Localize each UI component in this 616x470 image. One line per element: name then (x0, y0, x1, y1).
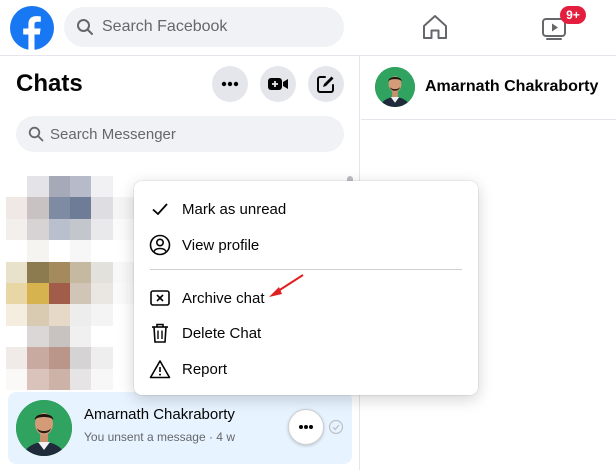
annotation-arrow-icon (269, 274, 304, 297)
compose-icon (317, 76, 334, 93)
archive-x-icon (148, 286, 172, 310)
new-message-button[interactable] (308, 66, 344, 102)
menu-item-label: Delete Chat (182, 324, 262, 342)
menu-item-archive-chat[interactable]: Archive chat (142, 280, 470, 316)
warning-icon (148, 357, 172, 381)
chats-title: Chats (16, 70, 83, 97)
avatar (375, 67, 415, 107)
menu-item-report[interactable]: Report (142, 351, 470, 387)
video-camera-icon (268, 78, 288, 90)
facebook-logo-icon[interactable] (10, 6, 54, 50)
new-video-call-button[interactable] (260, 66, 296, 102)
chat-row-amarnath[interactable]: Amarnath Chakraborty You unsent a messag… (8, 392, 352, 464)
menu-item-label: Report (182, 360, 228, 378)
menu-item-delete-chat[interactable]: Delete Chat (142, 315, 470, 351)
home-icon[interactable] (420, 12, 450, 42)
trash-icon (148, 321, 172, 345)
messenger-search-placeholder: Search Messenger (50, 125, 176, 143)
chats-options-button[interactable] (212, 66, 248, 102)
user-circle-icon (148, 233, 172, 257)
menu-item-label: View profile (182, 236, 260, 254)
chat-row-options-button[interactable] (288, 409, 324, 445)
search-icon (77, 19, 93, 35)
more-horizontal-icon (221, 81, 239, 87)
check-icon (148, 197, 172, 221)
search-icon (28, 126, 44, 142)
menu-item-mark-as-unread[interactable]: Mark as unread (142, 191, 470, 227)
chat-options-menu: Mark as unread View profile Archive chat… (134, 181, 478, 395)
conversation-contact-name: Amarnath Chakraborty (425, 78, 599, 95)
watch-notification-badge: 9+ (560, 6, 586, 24)
menu-item-label: Archive chat (182, 289, 265, 307)
avatar (16, 400, 72, 456)
top-navigation-bar: Search Facebook 9+ (0, 0, 616, 56)
menu-divider (150, 269, 462, 270)
messenger-search-input[interactable]: Search Messenger (16, 116, 344, 152)
more-horizontal-icon (299, 425, 313, 429)
messenger-window: Search Facebook 9+ Chats Search Messenge… (0, 0, 616, 470)
conversation-header[interactable]: Amarnath Chakraborty (361, 56, 616, 120)
menu-item-label: Mark as unread (182, 200, 287, 218)
facebook-search-input[interactable]: Search Facebook (64, 7, 344, 47)
menu-item-view-profile[interactable]: View profile (142, 227, 470, 263)
chat-name: Amarnath Chakraborty (84, 406, 235, 423)
facebook-search-placeholder: Search Facebook (102, 18, 228, 35)
read-receipt-check-icon (328, 419, 344, 435)
blurred-chat-list (6, 176, 134, 390)
chat-last-message: You unsent a message · 4 w (84, 430, 235, 444)
